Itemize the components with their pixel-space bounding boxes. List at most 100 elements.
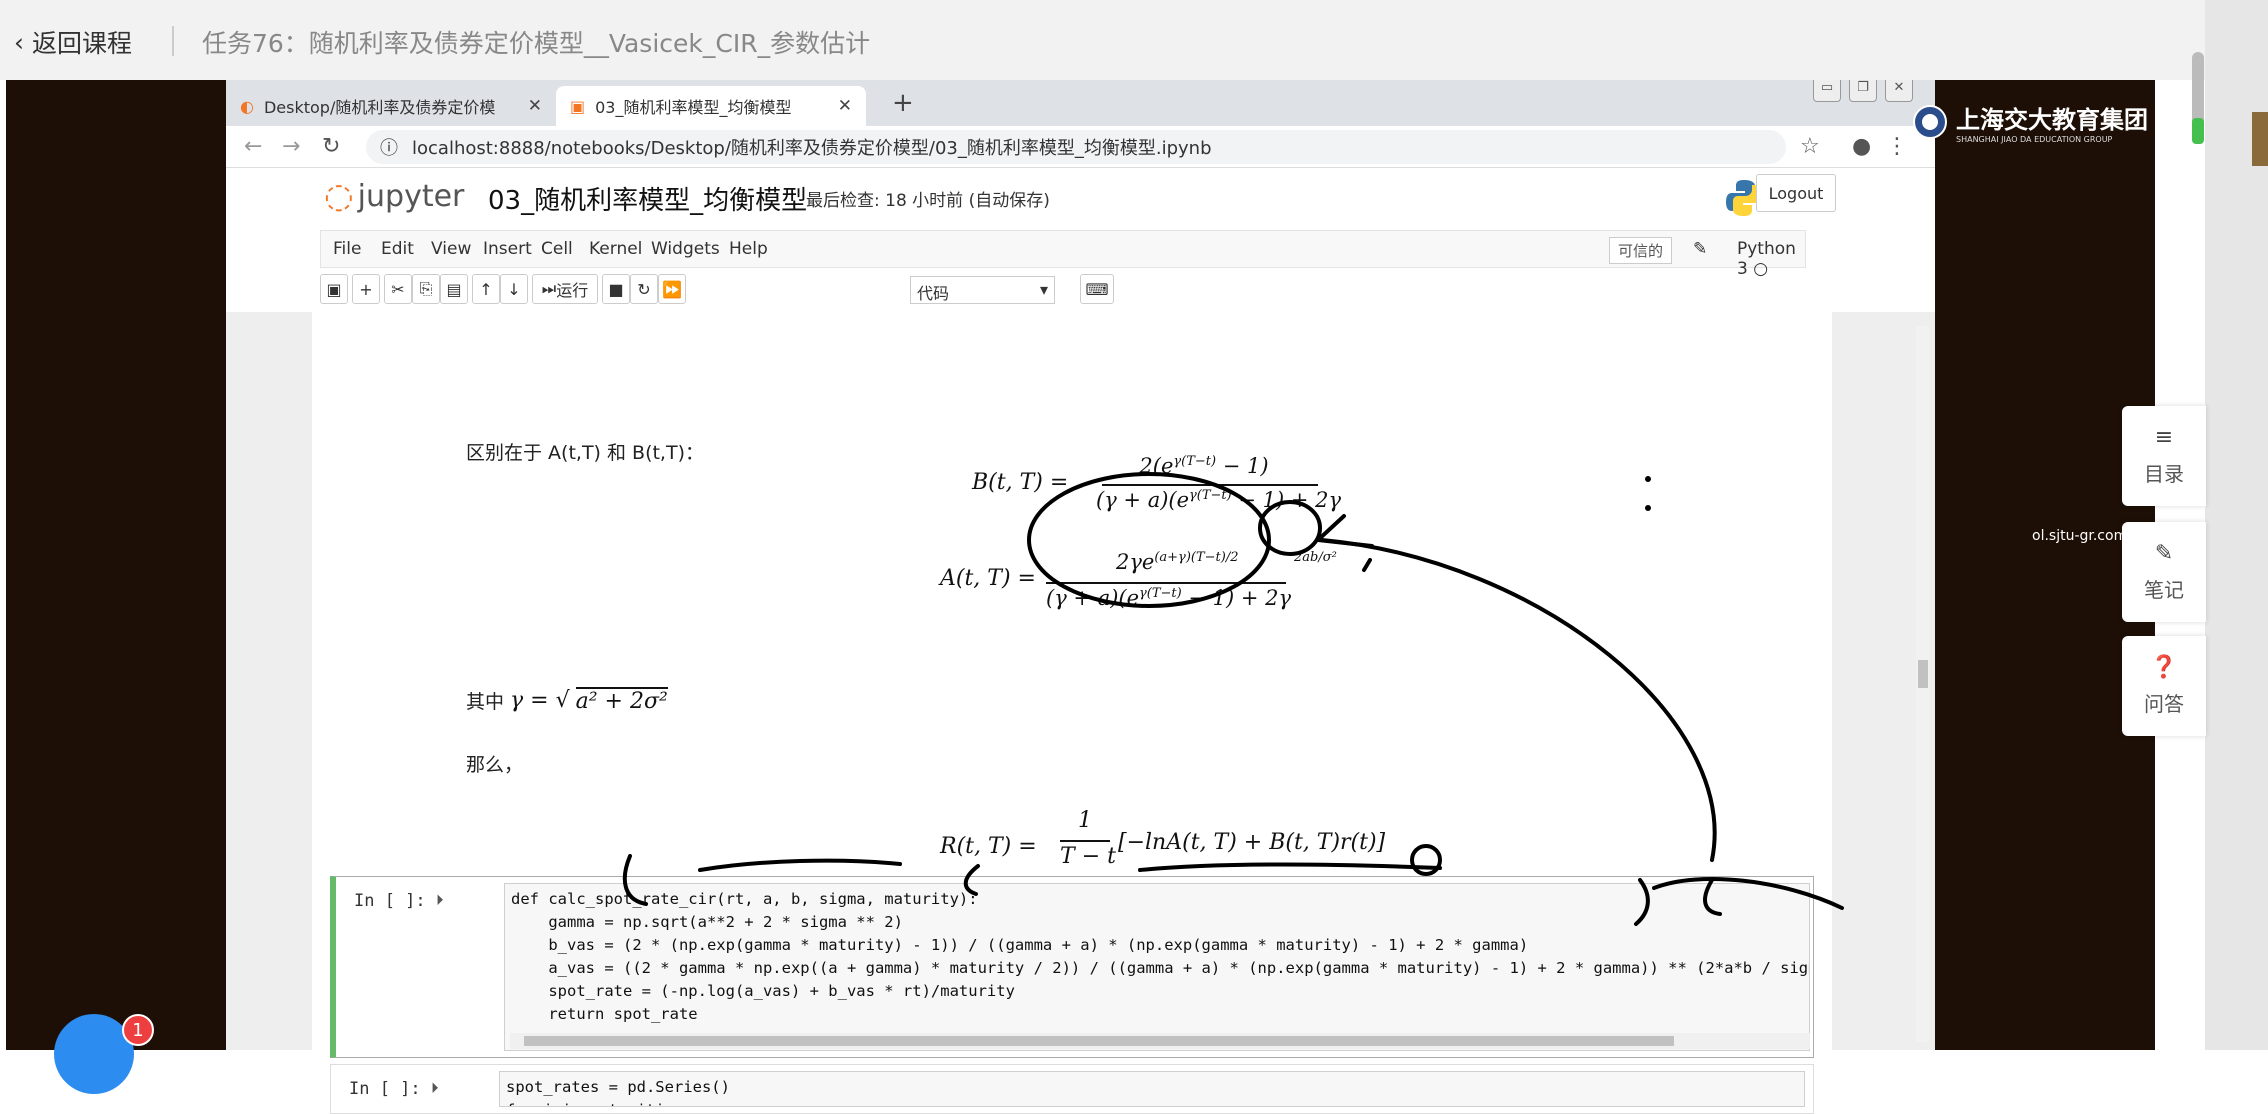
code-line: def calc_spot_rate_cir(rt, a, b, sigma, … xyxy=(511,890,978,908)
copy-icon[interactable]: ⎘ xyxy=(412,274,440,304)
A-num-sup: (a+γ)(T−t)/2 xyxy=(1154,550,1239,565)
A-numerator: 2γe(a+γ)(T−t)/2 xyxy=(1116,550,1238,574)
paste-icon[interactable]: ▤ xyxy=(440,274,468,304)
jupyter-tab-icon: ◐ xyxy=(240,96,254,116)
gamma-eq: γ = √ xyxy=(510,688,570,713)
restart-run-all-icon[interactable]: ⏩ xyxy=(658,274,686,304)
logout-button[interactable]: Logout xyxy=(1756,174,1836,212)
code-line: a_vas = ((2 * gamma * np.exp((a + gamma)… xyxy=(511,959,1810,977)
minimize-button[interactable]: ▭ xyxy=(1813,80,1841,102)
move-down-icon[interactable]: ↓ xyxy=(500,274,528,304)
code-line: b_vas = (2 * (np.exp(gamma * maturity) -… xyxy=(511,936,1529,954)
code-cell[interactable]: In [ ]: ⏵ spot_rates = pd.Series() for i … xyxy=(330,1064,1814,1114)
move-up-icon[interactable]: ↑ xyxy=(472,274,500,304)
menu-kernel[interactable]: Kernel xyxy=(589,239,642,259)
chevron-left-icon: ‹ xyxy=(14,27,24,57)
A-fraction-bar xyxy=(1046,582,1286,584)
run-label: 运行 xyxy=(556,281,589,300)
menu-edit[interactable]: Edit xyxy=(381,239,414,259)
notebook-scroll-thumb[interactable] xyxy=(1918,660,1928,688)
markdown-then: 那么， xyxy=(466,754,524,776)
notebook-area: 区别在于 A(t,T) 和 B(t,T)： B(t, T) = 2(eγ(T−t… xyxy=(226,312,1935,1114)
edit-pencil-icon[interactable]: ✎ xyxy=(1693,239,1707,259)
horizontal-scrollbar[interactable] xyxy=(510,1033,1810,1049)
menu-file[interactable]: File xyxy=(333,239,361,259)
code-line: spot_rate = (-np.log(a_vas) + b_vas * rt… xyxy=(511,982,1015,1000)
notification-badge: 1 xyxy=(122,1014,154,1046)
jupyter-logo[interactable]: ◌ jupyter xyxy=(324,176,464,216)
back-arrow-icon[interactable]: ← xyxy=(244,134,262,159)
A-den: (γ + a)(e xyxy=(1046,586,1140,610)
B-den: (γ + a)(e xyxy=(1096,488,1190,512)
notebook-tab-icon: ▣ xyxy=(570,96,586,116)
close-icon[interactable]: ✕ xyxy=(838,96,852,116)
menu-bar: File Edit View Insert Cell Kernel Widget… xyxy=(320,230,1806,279)
menu-view[interactable]: View xyxy=(431,239,471,259)
site-watermark: ol.sjtu-gr.com xyxy=(2032,528,2128,544)
B-num-end: − 1) xyxy=(1216,454,1269,478)
tab-label: Desktop/随机利率及债券定价模 xyxy=(263,98,496,117)
A-den-end: − 1) + 2γ xyxy=(1181,586,1292,610)
restore-button[interactable]: ❐ xyxy=(1849,80,1877,102)
code-editor[interactable]: spot_rates = pd.Series() for i in maturit… xyxy=(499,1071,1805,1107)
code-line: return spot_rate xyxy=(511,1005,698,1023)
gamma-radicand: a² + 2σ² xyxy=(575,687,668,714)
question-icon: ❓ xyxy=(2150,655,2178,680)
code-line: spot_rates = pd.Series() xyxy=(506,1078,730,1096)
brand-en: SHANGHAI JIAO DA EDUCATION GROUP xyxy=(1956,135,2113,144)
code-editor[interactable]: def calc_spot_rate_cir(rt, a, b, sigma, … xyxy=(504,883,1810,1051)
B-lhs: B(t, T) = xyxy=(972,470,1069,495)
run-cell-icon[interactable]: ⏵ xyxy=(436,891,444,909)
window-controls: ▭ ❐ ✕ xyxy=(1813,80,1913,102)
insert-cell-icon[interactable]: + xyxy=(352,274,380,304)
code-cell[interactable]: In [ ]: ⏵ def calc_spot_rate_cir(rt, a, … xyxy=(330,876,1814,1058)
menu-insert[interactable]: Insert xyxy=(483,239,532,259)
restart-icon[interactable]: ↻ xyxy=(630,274,658,304)
run-button[interactable]: ⏭ 运行 xyxy=(532,274,598,304)
tab-desktop[interactable]: ◐ Desktop/随机利率及债券定价模 ✕ xyxy=(226,86,556,126)
star-icon[interactable]: ☆ xyxy=(1800,134,1820,159)
code-line: gamma = np.sqrt(a**2 + 2 * sigma ** 2) xyxy=(511,913,903,931)
trusted-badge[interactable]: 可信的 xyxy=(1609,237,1673,264)
menu-widgets[interactable]: Widgets xyxy=(651,239,720,259)
tab-notebook[interactable]: ▣ 03_随机利率模型_均衡模型 ✕ xyxy=(556,86,866,126)
scrollbar-thumb[interactable] xyxy=(524,1036,1674,1046)
panel-label: 问答 xyxy=(2144,692,2184,716)
B-num: 2(e xyxy=(1139,454,1174,478)
jupyter-header: ◌ jupyter 03_随机利率模型_均衡模型 最后检查: 18 小时前 (自动… xyxy=(226,168,1935,228)
forward-arrow-icon[interactable]: → xyxy=(282,134,300,159)
url-field[interactable]: ⓘ localhost:8888/notebooks/Desktop/随机利率及债… xyxy=(366,130,1786,164)
panel-label: 笔记 xyxy=(2144,578,2184,602)
R-den: T − t xyxy=(1060,844,1116,869)
new-tab-button[interactable]: + xyxy=(892,88,914,118)
R-num: 1 xyxy=(1078,808,1092,833)
save-icon[interactable]: ▣ xyxy=(320,274,348,304)
toc-panel-button[interactable]: ≡ 目录 xyxy=(2122,406,2206,506)
divider xyxy=(172,26,174,56)
address-bar: ← → ↻ ⓘ localhost:8888/notebooks/Desktop/… xyxy=(226,126,1935,168)
reload-icon[interactable]: ↻ xyxy=(322,134,340,159)
close-icon[interactable]: ✕ xyxy=(528,96,542,116)
back-to-course-button[interactable]: ‹ 返回课程 xyxy=(14,24,132,60)
notebook-name[interactable]: 03_随机利率模型_均衡模型 xyxy=(488,180,807,217)
cell-type-select[interactable]: 代码 ▾ xyxy=(910,276,1055,304)
keyboard-icon[interactable]: ⌨ xyxy=(1080,274,1114,304)
B-den-sup: γ(T−t) xyxy=(1189,488,1232,503)
kernel-indicator: Python 3 ○ xyxy=(1737,239,1805,279)
close-window-button[interactable]: ✕ xyxy=(1885,80,1913,102)
qa-panel-button[interactable]: ❓ 问答 xyxy=(2122,636,2206,736)
A-den-sup: γ(T−t) xyxy=(1139,586,1182,601)
menu-cell[interactable]: Cell xyxy=(541,239,573,259)
menu-dots-icon[interactable]: ⋮ xyxy=(1886,134,1908,159)
account-icon[interactable]: ● xyxy=(1852,134,1871,159)
A-lhs: A(t, T) = xyxy=(940,566,1036,591)
R-fraction-bar xyxy=(1060,840,1110,842)
cell-prompt: In [ ]: xyxy=(354,891,426,911)
thumbnail-image[interactable] xyxy=(2252,112,2268,166)
interrupt-icon[interactable]: ■ xyxy=(602,274,630,304)
menu-help[interactable]: Help xyxy=(729,239,768,259)
cut-icon[interactable]: ✂ xyxy=(384,274,412,304)
run-cell-icon[interactable]: ⏵ xyxy=(431,1079,439,1097)
notes-panel-button[interactable]: ✎ 笔记 xyxy=(2122,522,2206,622)
tab-label: 03_随机利率模型_均衡模型 xyxy=(595,98,792,117)
